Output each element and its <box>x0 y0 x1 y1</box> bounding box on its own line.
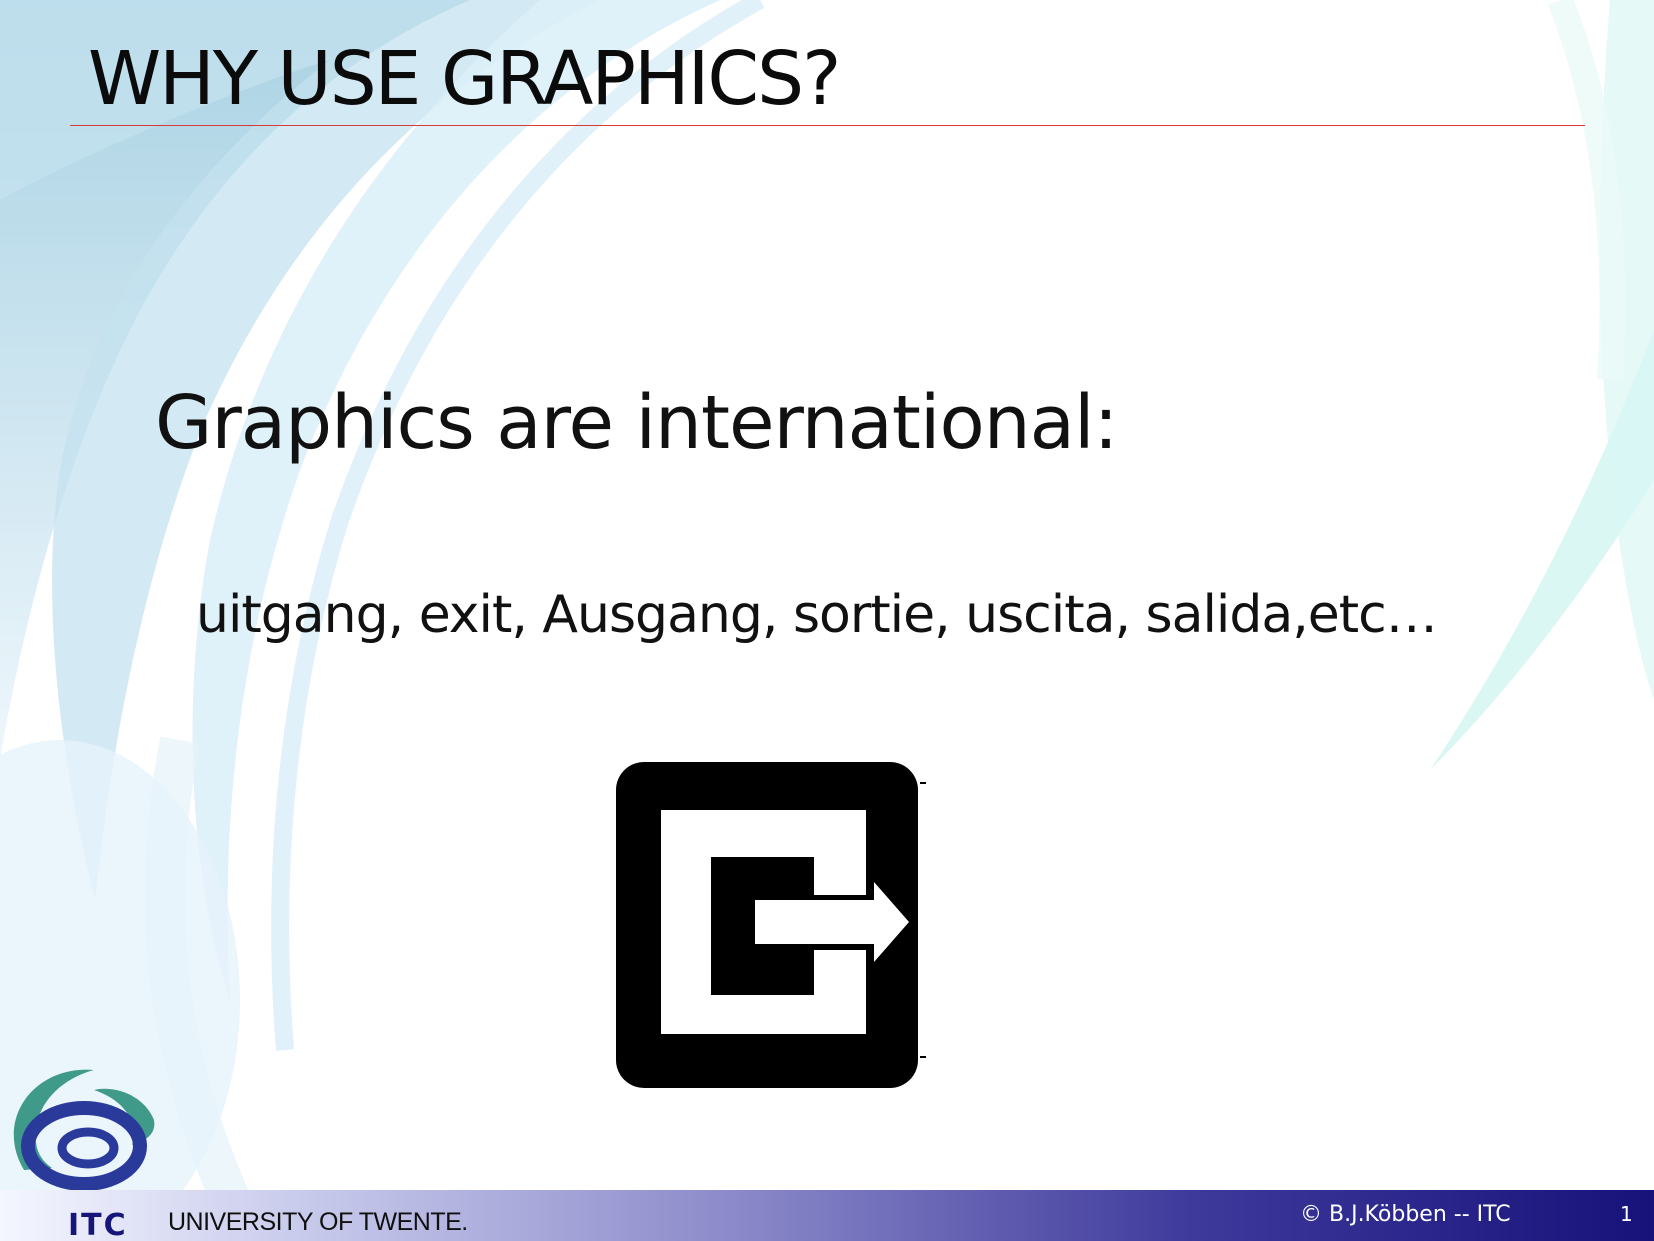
copyright-text: © B.J.Köbben -- ITC <box>1300 1202 1511 1227</box>
title-divider <box>70 125 1585 126</box>
exit-sign-icon <box>616 762 926 1088</box>
slide-title: WHY USE GRAPHICS? <box>88 36 841 122</box>
slide-heading: Graphics are international: <box>155 380 1118 466</box>
itc-logo-text: ITC <box>68 1208 128 1241</box>
slide: WHY USE GRAPHICS? Graphics are internati… <box>0 0 1654 1241</box>
university-name: UNIVERSITY OF TWENTE. <box>168 1208 468 1236</box>
translations-text: uitgang, exit, Ausgang, sortie, uscita, … <box>196 585 1438 645</box>
page-number: 1 <box>1620 1202 1633 1226</box>
itc-swirl-logo <box>13 1069 155 1191</box>
